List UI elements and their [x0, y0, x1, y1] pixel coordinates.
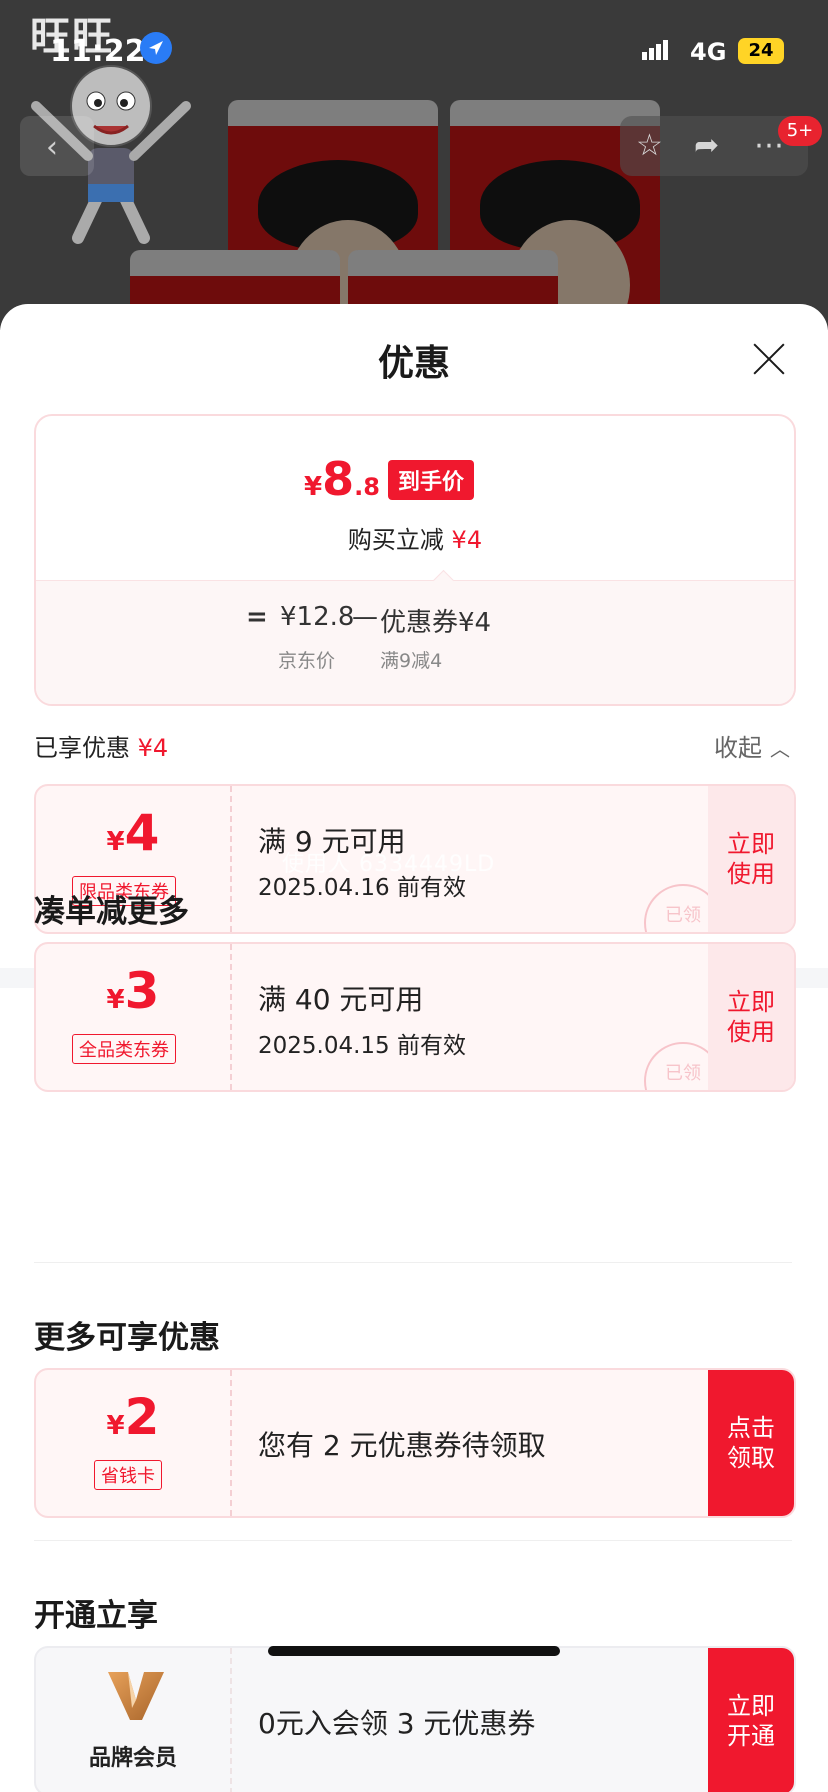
savings-text: 您有 2 元优惠券待领取 — [258, 1429, 546, 1462]
use-now-button[interactable]: 立即 使用 — [708, 786, 794, 932]
final-price-tag: 到手价 — [388, 460, 475, 500]
coupon-type: 全品类东券 — [72, 1034, 176, 1064]
equals-sign: = — [246, 602, 268, 632]
clock: 11:22 — [50, 34, 146, 69]
coupon-card: ¥3 全品类东券 满 40 元可用 2025.04.15 前有效 已领 立即 使用 — [34, 942, 796, 1092]
coupon-condition: 满 40 元可用 — [258, 983, 424, 1016]
chevron-up-icon: ︿ — [770, 737, 790, 761]
close-button[interactable] — [748, 338, 790, 380]
coupon-type: 省钱卡 — [94, 1460, 162, 1490]
sheet-title: 优惠 — [377, 343, 450, 384]
section-title-member: 开通立享 — [34, 1598, 158, 1634]
signal-icon — [642, 40, 670, 60]
more-badge: 5+ — [778, 116, 822, 146]
coupon-deduction: 优惠券¥4 — [380, 608, 492, 638]
use-now-button[interactable]: 立即 使用 — [708, 944, 794, 1090]
network-type: 4G — [690, 38, 727, 66]
minus-sign: — — [352, 602, 378, 632]
final-price: ¥8.8 — [304, 452, 380, 506]
home-indicator — [268, 1646, 560, 1656]
price-summary-card: ¥8.8 到手价 购买立减 ¥4 = ¥12.8 — 优惠券¥4 京东价 满9减… — [34, 414, 796, 706]
coupon-expiry: 2025.04.16 前有效 — [258, 875, 466, 901]
divider — [34, 1540, 792, 1541]
membership-text: 0元入会领 3 元优惠券 — [258, 1707, 536, 1740]
jd-price-label: 京东价 — [278, 650, 336, 672]
enjoyed-discount: 已享优惠 ¥4 — [34, 734, 169, 762]
status-bar: 11:22 4G 24 — [0, 28, 828, 78]
location-icon — [140, 32, 172, 64]
section-title-more: 凑单减更多 — [34, 894, 189, 930]
share-icon[interactable]: ➦ — [694, 128, 719, 163]
coupon-expiry: 2025.04.15 前有效 — [258, 1033, 466, 1059]
back-button[interactable]: ‹ — [20, 116, 94, 176]
chevron-left-icon: ‹ — [46, 130, 58, 165]
discount-sheet: 优惠 ¥8.8 到手价 购买立减 ¥4 = ¥12.8 — 优惠券¥4 京东价 … — [0, 304, 828, 1792]
savings-card: ¥2 省钱卡 您有 2 元优惠券待领取 点击 领取 — [34, 1368, 796, 1518]
membership-card: 品牌会员 0元入会领 3 元优惠券 立即 开通 — [34, 1646, 796, 1792]
coupon-amount: ¥4 — [106, 804, 160, 862]
claim-button[interactable]: 点击 领取 — [708, 1370, 794, 1516]
battery-icon: 24 — [738, 38, 784, 64]
section-title-extra: 更多可享优惠 — [34, 1320, 220, 1356]
jd-price: ¥12.8 — [280, 602, 355, 632]
coupon-rule: 满9减4 — [380, 650, 443, 672]
coupon-amount: ¥3 — [106, 962, 160, 1020]
divider — [34, 1262, 792, 1263]
open-membership-button[interactable]: 立即 开通 — [708, 1648, 794, 1792]
star-icon[interactable]: ☆ — [636, 128, 663, 163]
instant-discount: 购买立减 ¥4 — [347, 526, 483, 554]
coupon-amount: ¥2 — [106, 1388, 160, 1446]
brand-member-logo-icon — [108, 1672, 164, 1720]
collapse-toggle[interactable]: 收起 ︿ — [714, 728, 790, 763]
brand-member-label: 品牌会员 — [88, 1746, 177, 1771]
